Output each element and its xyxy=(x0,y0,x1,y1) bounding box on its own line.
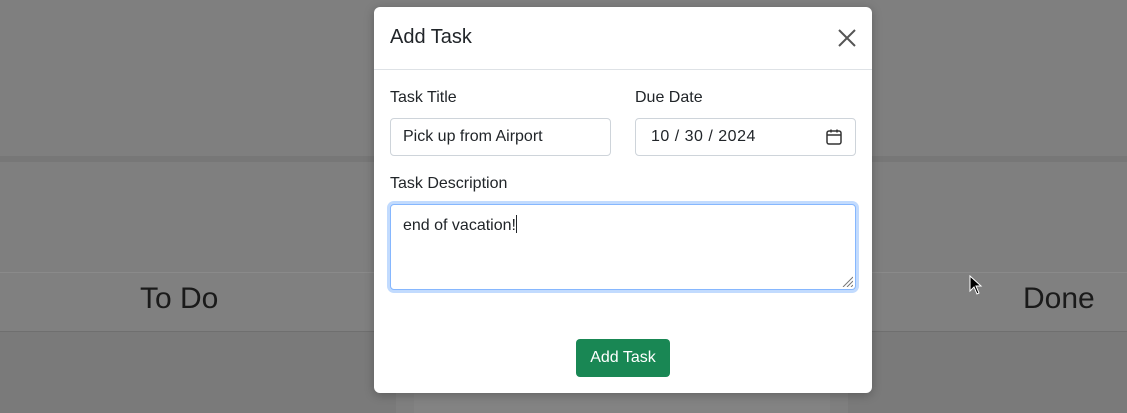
due-date-input[interactable]: 10 / 30 / 2024 xyxy=(635,118,856,156)
task-description-value: end of vacation! xyxy=(403,217,516,234)
text-caret xyxy=(515,215,517,233)
modal-title: Add Task xyxy=(390,26,472,48)
add-task-button[interactable]: Add Task xyxy=(576,339,670,377)
task-title-input[interactable]: Pick up from Airport xyxy=(390,118,611,156)
mouse-pointer-icon xyxy=(969,275,983,295)
due-date-value: 10 / 30 / 2024 xyxy=(651,128,756,145)
task-title-label: Task Title xyxy=(390,89,457,106)
lane-column-done xyxy=(848,332,1127,413)
task-description-label: Task Description xyxy=(390,175,508,192)
due-date-label: Due Date xyxy=(635,89,703,106)
lane-title-todo: To Do xyxy=(140,282,219,315)
lane-title-done: Done xyxy=(1023,282,1095,315)
add-task-modal: Add Task Task Title Pick up from Airport… xyxy=(374,7,872,393)
resize-grip-icon[interactable] xyxy=(841,275,853,287)
close-icon xyxy=(838,29,856,47)
task-description-textarea[interactable]: end of vacation! xyxy=(390,204,856,290)
calendar-icon[interactable] xyxy=(825,128,843,146)
modal-header: Add Task xyxy=(374,7,872,70)
close-button[interactable] xyxy=(834,25,860,51)
lane-column-todo xyxy=(0,332,396,413)
